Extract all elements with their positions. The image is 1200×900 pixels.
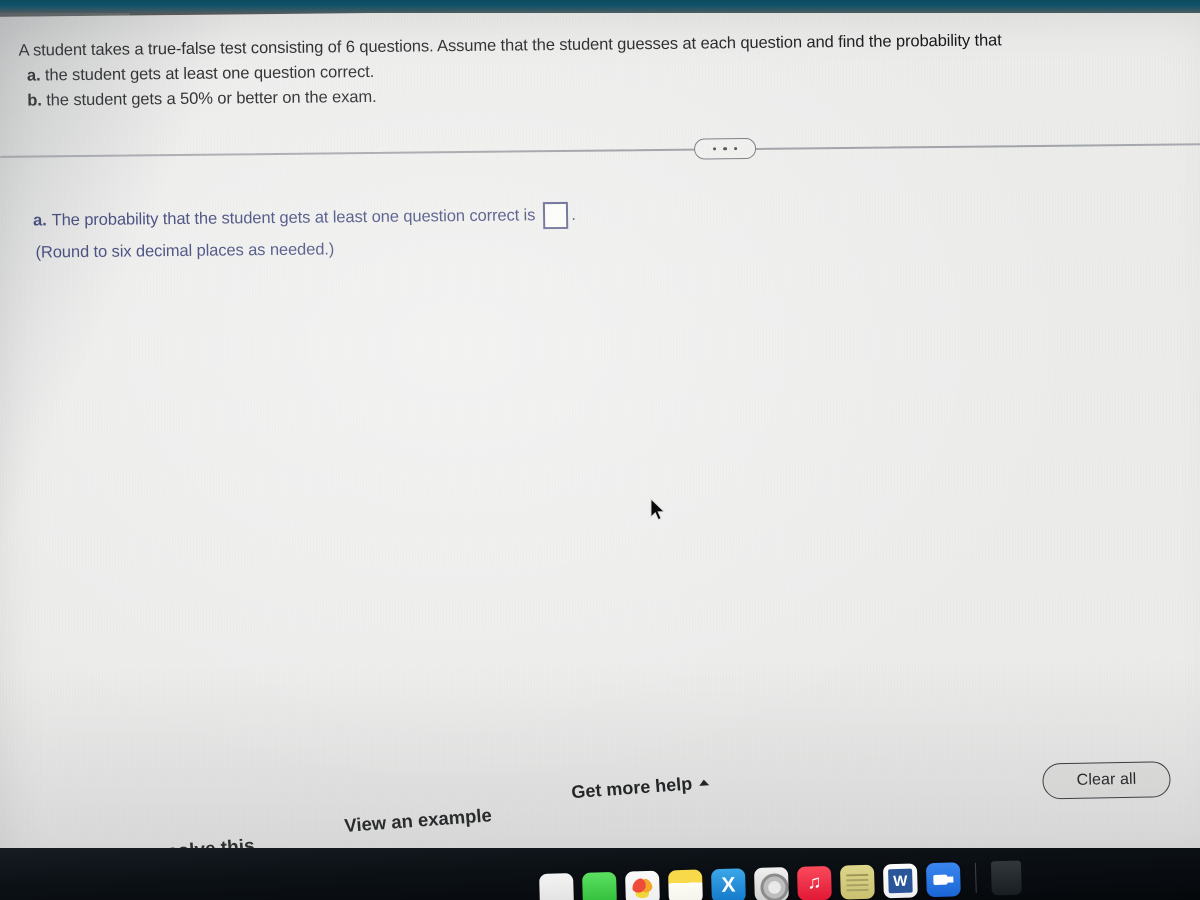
dock-messages-icon[interactable] bbox=[582, 871, 617, 900]
answer-input[interactable] bbox=[543, 201, 569, 229]
ellipsis-icon[interactable] bbox=[693, 137, 757, 160]
dock-music-icon[interactable] bbox=[796, 865, 832, 900]
dock-zoom-icon[interactable] bbox=[925, 862, 961, 898]
exercise-content: A student takes a true-false test consis… bbox=[0, 4, 1200, 897]
problem-part-a-text: the student gets at least one question c… bbox=[44, 62, 375, 85]
dock-word-label: W bbox=[888, 868, 913, 894]
ellipsis-dot bbox=[733, 146, 738, 151]
get-more-help-button[interactable]: Get more help bbox=[571, 772, 710, 803]
dock-word-icon[interactable]: W bbox=[882, 863, 918, 899]
answer-rounding-note: (Round to six decimal places as needed.) bbox=[35, 240, 335, 262]
ellipsis-dot bbox=[723, 146, 727, 151]
answer-area: a. The probability that the student gets… bbox=[33, 199, 577, 269]
dock-xcode-label: X bbox=[721, 873, 736, 897]
macos-dock: X W bbox=[0, 848, 1200, 900]
problem-statement: A student takes a true-false test consis… bbox=[18, 26, 1199, 113]
screen-area: A student takes a true-false test consis… bbox=[0, 4, 1200, 897]
dock-separator bbox=[974, 862, 977, 893]
answer-part-label: a. bbox=[32, 211, 47, 230]
dock-trash-icon[interactable] bbox=[990, 860, 1022, 896]
clear-all-button[interactable]: Clear all bbox=[1042, 761, 1171, 800]
answer-prompt-row: a. The probability that the student gets… bbox=[33, 199, 576, 237]
ellipsis-dot bbox=[712, 147, 717, 151]
laptop-screen-photo: A student takes a true-false test consis… bbox=[0, 0, 1200, 900]
dock-notes-icon[interactable] bbox=[668, 869, 703, 900]
dock-items: X W bbox=[539, 860, 1022, 900]
problem-part-b-text: the student gets a 50% or better on the … bbox=[46, 87, 377, 110]
dock-system-preferences-icon[interactable] bbox=[753, 867, 789, 900]
dock-finder-icon[interactable] bbox=[539, 873, 574, 900]
divider-line bbox=[0, 143, 1200, 158]
section-divider bbox=[0, 132, 1200, 169]
dock-stickies-icon[interactable] bbox=[839, 864, 875, 900]
dock-xcode-icon[interactable]: X bbox=[710, 868, 746, 900]
problem-part-a-label: a. bbox=[26, 66, 41, 85]
dock-photos-icon[interactable] bbox=[625, 870, 660, 900]
answer-prompt-text: The probability that the student gets at… bbox=[51, 206, 536, 230]
get-more-help-label: Get more help bbox=[570, 773, 693, 803]
top-edge-strip bbox=[0, 0, 1200, 13]
view-an-example-button[interactable]: View an example bbox=[344, 804, 493, 837]
problem-part-b-label: b. bbox=[27, 91, 42, 110]
answer-trailing-period: . bbox=[571, 205, 576, 224]
chevron-up-icon bbox=[698, 779, 710, 786]
